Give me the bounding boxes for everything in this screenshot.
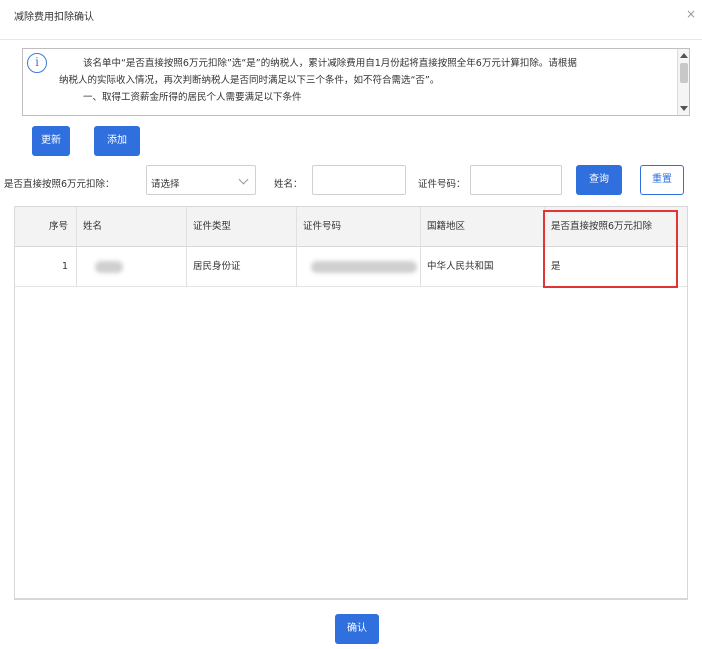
header-id-number[interactable]: 证件号码 bbox=[297, 207, 421, 247]
name-input[interactable] bbox=[312, 165, 406, 195]
dialog-title-bar: 减除费用扣除确认 × bbox=[0, 0, 702, 40]
chevron-down-icon bbox=[238, 174, 249, 185]
cell-region: 中华人民共和国 bbox=[421, 247, 545, 287]
header-region[interactable]: 国籍地区 bbox=[421, 207, 545, 247]
redacted-id-number bbox=[311, 261, 417, 273]
flag-select-value: 请选择 bbox=[151, 179, 180, 190]
header-id-type[interactable]: 证件类型 bbox=[187, 207, 297, 247]
close-icon[interactable]: × bbox=[686, 8, 696, 20]
cell-seq: 1 bbox=[15, 247, 77, 287]
flag-filter-label: 是否直接按照6万元扣除： bbox=[4, 179, 115, 190]
info-icon: i bbox=[27, 53, 47, 73]
dialog-title: 减除费用扣除确认 bbox=[14, 12, 94, 23]
redacted-name bbox=[95, 261, 123, 273]
notice-line: 该名单中“是否直接按照6万元扣除”选“是”的纳税人，累计减除费用自1月份起将直接… bbox=[83, 58, 577, 69]
add-button[interactable]: 添加 bbox=[94, 126, 140, 156]
confirm-button[interactable]: 确认 bbox=[335, 614, 379, 644]
scroll-up-icon[interactable] bbox=[680, 53, 688, 58]
scroll-down-icon[interactable] bbox=[680, 106, 688, 111]
cell-name bbox=[77, 247, 187, 287]
scroll-thumb[interactable] bbox=[680, 63, 688, 83]
reset-button[interactable]: 重置 bbox=[640, 165, 684, 195]
flag-select[interactable]: 请选择 bbox=[146, 165, 256, 195]
notice-line: 纳税人的实际收入情况，再次判断纳税人是否同时满足以下三个条件，如不符合需选“否”… bbox=[59, 75, 440, 86]
id-number-input[interactable] bbox=[470, 165, 562, 195]
id-filter-label: 证件号码： bbox=[418, 179, 466, 190]
notice-box: i 该名单中“是否直接按照6万元扣除”选“是”的纳税人，累计减除费用自1月份起将… bbox=[22, 48, 690, 116]
notice-text: 该名单中“是否直接按照6万元扣除”选“是”的纳税人，累计减除费用自1月份起将直接… bbox=[59, 55, 675, 106]
header-name[interactable]: 姓名 bbox=[77, 207, 187, 247]
name-filter-label: 姓名： bbox=[274, 179, 303, 190]
update-button[interactable]: 更新 bbox=[32, 126, 70, 156]
notice-line: 一、取得工资薪金所得的居民个人需要满足以下条件 bbox=[83, 92, 302, 103]
header-seq[interactable]: 序号 bbox=[15, 207, 77, 247]
cell-id-number bbox=[297, 247, 421, 287]
query-button[interactable]: 查询 bbox=[576, 165, 622, 195]
notice-scrollbar[interactable] bbox=[677, 49, 689, 115]
cell-id-type: 居民身份证 bbox=[187, 247, 297, 287]
highlight-box bbox=[543, 210, 678, 288]
